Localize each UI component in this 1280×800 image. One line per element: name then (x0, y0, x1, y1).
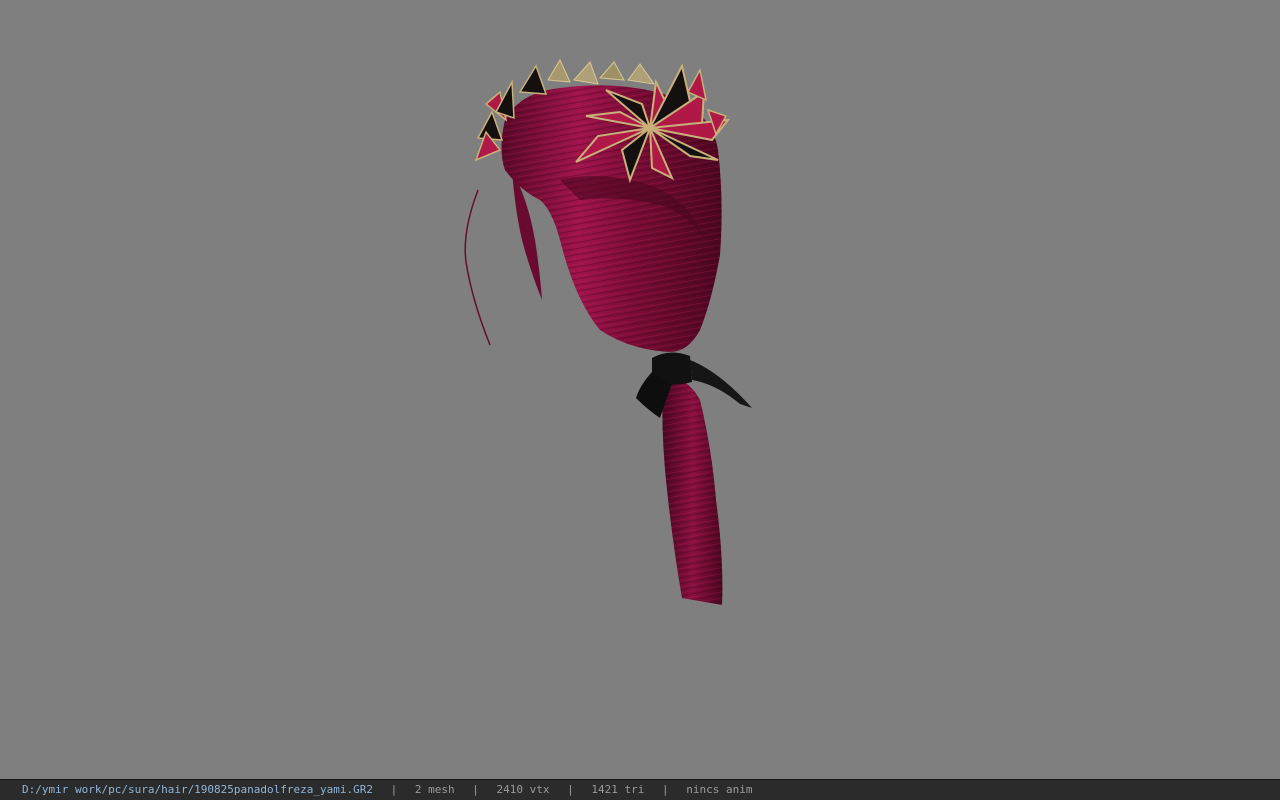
hair-model[interactable] (0, 0, 1280, 779)
3d-viewport[interactable] (0, 0, 1280, 779)
triangle-count: 1421 tri (591, 783, 645, 796)
file-path: D:/ymir work/pc/sura/hair/190825panadolf… (22, 783, 373, 796)
stray-hair-strand (464, 189, 491, 346)
ponytail (662, 372, 723, 605)
animation-status: nincs anim (686, 783, 753, 796)
status-bar: D:/ymir work/pc/sura/hair/190825panadolf… (0, 779, 1280, 800)
separator: | (472, 783, 479, 796)
vertex-count: 2410 vtx (496, 783, 550, 796)
separator: | (390, 783, 398, 796)
separator: | (567, 783, 574, 796)
separator: | (661, 783, 669, 796)
mesh-count: 2 mesh (414, 783, 455, 796)
